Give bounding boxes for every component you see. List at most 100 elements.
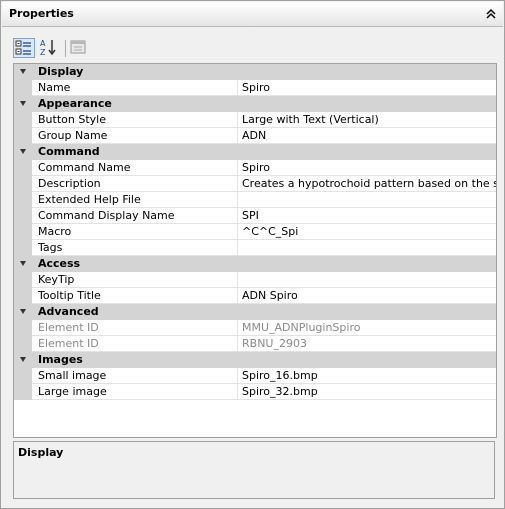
description-title: Display <box>18 446 64 459</box>
row-gutter <box>14 272 32 288</box>
property-name: Command Name <box>38 161 131 174</box>
collapse-triangle-icon[interactable] <box>20 261 26 266</box>
column-divider[interactable] <box>237 320 238 336</box>
category-label: Advanced <box>38 305 99 318</box>
property-value[interactable]: ^C^C_Spi <box>242 225 298 238</box>
property-value[interactable]: Spiro_32.bmp <box>242 385 318 398</box>
collapse-triangle-icon[interactable] <box>20 309 26 314</box>
property-value[interactable]: Spiro <box>242 161 270 174</box>
property-row[interactable]: Small image Spiro_16.bmp <box>14 368 496 384</box>
property-row[interactable]: Extended Help File <box>14 192 496 208</box>
category-label: Appearance <box>38 97 112 110</box>
column-divider[interactable] <box>237 224 238 240</box>
category-row-display[interactable]: Display <box>14 64 496 80</box>
column-divider[interactable] <box>237 240 238 256</box>
property-name: Description <box>38 177 101 190</box>
property-value: MMU_ADNPluginSpiro <box>242 321 361 334</box>
collapse-icon[interactable] <box>485 8 497 20</box>
property-value[interactable]: Spiro_16.bmp <box>242 369 318 382</box>
column-divider[interactable] <box>237 384 238 400</box>
property-value[interactable]: ADN Spiro <box>242 289 298 302</box>
category-label: Images <box>38 353 83 366</box>
property-row[interactable]: Name Spiro <box>14 80 496 96</box>
property-name: Tooltip Title <box>38 289 101 302</box>
row-gutter <box>14 336 32 352</box>
column-divider[interactable] <box>237 288 238 304</box>
property-name: Name <box>38 81 71 94</box>
row-gutter <box>14 80 32 96</box>
alphabetical-button[interactable]: A Z <box>38 38 60 58</box>
category-row-images[interactable]: Images <box>14 352 496 368</box>
property-name: Group Name <box>38 129 108 142</box>
row-gutter <box>14 176 32 192</box>
sort-az-icon: A Z <box>40 39 56 57</box>
property-name: Command Display Name <box>38 209 175 222</box>
column-divider[interactable] <box>237 160 238 176</box>
property-name: Extended Help File <box>38 193 141 206</box>
property-row[interactable]: KeyTip <box>14 272 496 288</box>
property-row[interactable]: Element ID MMU_ADNPluginSpiro <box>14 320 496 336</box>
property-row[interactable]: Command Display Name SPI <box>14 208 496 224</box>
column-divider[interactable] <box>237 112 238 128</box>
property-row[interactable]: Command Name Spiro <box>14 160 496 176</box>
row-gutter <box>14 384 32 400</box>
category-row-advanced[interactable]: Advanced <box>14 304 496 320</box>
column-divider[interactable] <box>237 272 238 288</box>
property-name: Element ID <box>38 337 99 350</box>
collapse-triangle-icon[interactable] <box>20 101 26 106</box>
property-row[interactable]: Button Style Large with Text (Vertical) <box>14 112 496 128</box>
column-divider[interactable] <box>237 128 238 144</box>
column-divider[interactable] <box>237 208 238 224</box>
property-name: Large image <box>38 385 107 398</box>
properties-panel: Properties A Z Display Name Spiro Appear… <box>0 0 505 509</box>
column-divider[interactable] <box>237 80 238 96</box>
collapse-triangle-icon[interactable] <box>20 357 26 362</box>
categorized-button[interactable] <box>13 38 35 58</box>
property-pages-icon <box>70 40 86 54</box>
description-pane: Display <box>13 441 495 499</box>
property-row[interactable]: Large image Spiro_32.bmp <box>14 384 496 400</box>
property-row[interactable]: Element ID RBNU_2903 <box>14 336 496 352</box>
column-divider[interactable] <box>237 336 238 352</box>
property-grid: Display Name Spiro Appearance Button Style La… <box>13 63 497 438</box>
categorized-icon <box>15 40 31 55</box>
property-name: Macro <box>38 225 72 238</box>
property-value[interactable]: Creates a hypotrochoid pattern based on … <box>242 177 496 190</box>
row-gutter <box>14 368 32 384</box>
category-row-command[interactable]: Command <box>14 144 496 160</box>
property-row[interactable]: Description Creates a hypotrochoid patter… <box>14 176 496 192</box>
property-row[interactable]: Tooltip Title ADN Spiro <box>14 288 496 304</box>
property-row[interactable]: Macro ^C^C_Spi <box>14 224 496 240</box>
property-value[interactable]: SPI <box>242 209 259 222</box>
property-value: RBNU_2903 <box>242 337 307 350</box>
row-gutter <box>14 112 32 128</box>
property-name: Element ID <box>38 321 99 334</box>
row-gutter <box>14 208 32 224</box>
svg-text:Z: Z <box>40 48 46 56</box>
property-row[interactable]: Tags <box>14 240 496 256</box>
property-value[interactable]: ADN <box>242 129 266 142</box>
property-row[interactable]: Group Name ADN <box>14 128 496 144</box>
property-name: Tags <box>38 241 63 254</box>
row-gutter <box>14 128 32 144</box>
collapse-triangle-icon[interactable] <box>20 149 26 154</box>
column-divider[interactable] <box>237 176 238 192</box>
row-gutter <box>14 320 32 336</box>
property-name: Button Style <box>38 113 106 126</box>
column-divider[interactable] <box>237 192 238 208</box>
row-gutter <box>14 224 32 240</box>
collapse-triangle-icon[interactable] <box>20 69 26 74</box>
property-pages-button[interactable] <box>68 38 90 58</box>
category-row-access[interactable]: Access <box>14 256 496 272</box>
property-value[interactable]: Large with Text (Vertical) <box>242 113 379 126</box>
panel-titlebar: Properties <box>2 2 503 27</box>
row-divider <box>32 399 496 400</box>
category-label: Display <box>38 65 84 78</box>
property-value[interactable]: Spiro <box>242 81 270 94</box>
row-gutter <box>14 160 32 176</box>
column-divider[interactable] <box>237 368 238 384</box>
row-gutter <box>14 192 32 208</box>
category-row-appearance[interactable]: Appearance <box>14 96 496 112</box>
panel-title: Properties <box>9 7 74 20</box>
svg-text:A: A <box>40 39 46 48</box>
